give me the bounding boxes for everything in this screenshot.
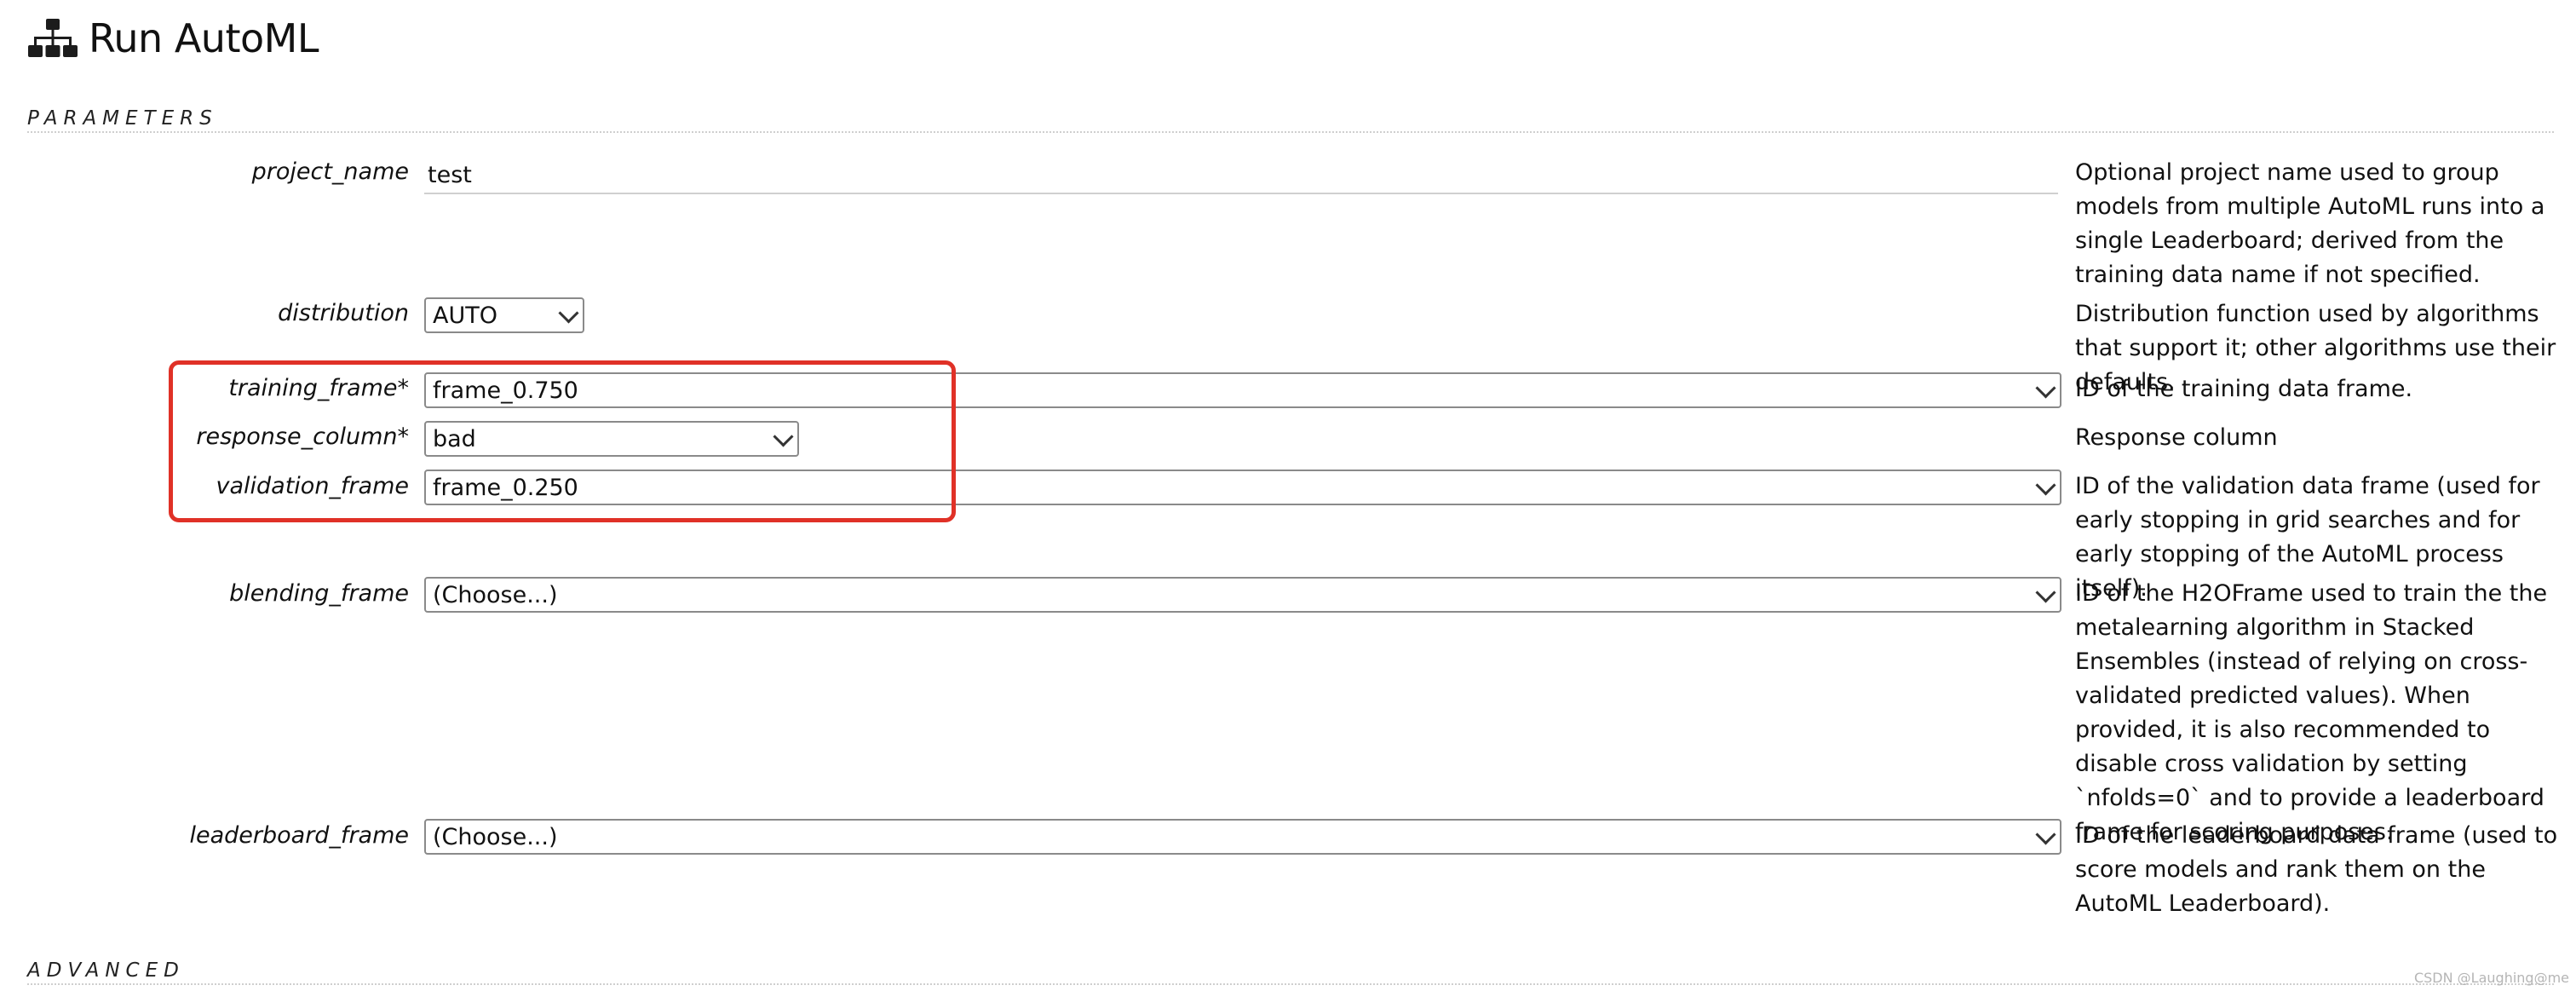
leaderboard-frame-select[interactable]: (Choose...) (424, 819, 2061, 855)
chevron-down-icon (773, 426, 794, 447)
response-column-label: response_column* (196, 423, 409, 450)
training-frame-select[interactable]: frame_0.750 (424, 372, 2061, 408)
distribution-select[interactable]: AUTO (424, 297, 584, 333)
training-frame-label: training_frame* (228, 375, 409, 401)
project-name-label: project_name (251, 158, 409, 185)
blending-frame-select[interactable]: (Choose...) (424, 577, 2061, 613)
training-frame-select-value: frame_0.750 (433, 377, 578, 404)
project-name-input[interactable] (424, 157, 2058, 194)
training-frame-help: ID of the training data frame. (2075, 376, 2413, 402)
chevron-down-icon (2035, 377, 2056, 399)
watermark: CSDN @Laughing@me (2413, 970, 2569, 986)
response-column-select[interactable]: bad (424, 421, 799, 457)
validation-frame-label: validation_frame (216, 473, 410, 499)
project-name-help: Optional project name used to group mode… (2075, 159, 2545, 288)
validation-frame-select-value: frame_0.250 (433, 474, 578, 501)
leaderboard-frame-help: ID of the leaderboard data frame (used t… (2075, 822, 2558, 917)
parameters-section-header: PARAMETERS (27, 102, 2554, 133)
chevron-down-icon (2035, 582, 2056, 603)
response-column-select-value: bad (433, 425, 476, 452)
blending-frame-help: ID of the H2OFrame used to train the the… (2075, 580, 2548, 845)
advanced-section-header[interactable]: ADVANCED (27, 954, 2554, 985)
sitemap-icon (28, 19, 78, 57)
leaderboard-frame-select-value: (Choose...) (433, 823, 558, 850)
distribution-label: distribution (278, 300, 409, 326)
chevron-down-icon (2035, 824, 2056, 845)
validation-frame-select[interactable]: frame_0.250 (424, 470, 2061, 505)
parameters-section-title: PARAMETERS (27, 107, 218, 130)
page-title: Run AutoML (89, 15, 319, 61)
blending-frame-label: blending_frame (229, 580, 409, 607)
distribution-select-value: AUTO (433, 302, 497, 329)
advanced-section-title: ADVANCED (27, 959, 185, 982)
response-column-help: Response column (2075, 424, 2278, 451)
leaderboard-frame-label: leaderboard_frame (189, 822, 409, 849)
page-header: Run AutoML (27, 9, 319, 68)
chevron-down-icon (2035, 475, 2056, 496)
blending-frame-select-value: (Choose...) (433, 581, 558, 608)
chevron-down-icon (558, 302, 579, 324)
